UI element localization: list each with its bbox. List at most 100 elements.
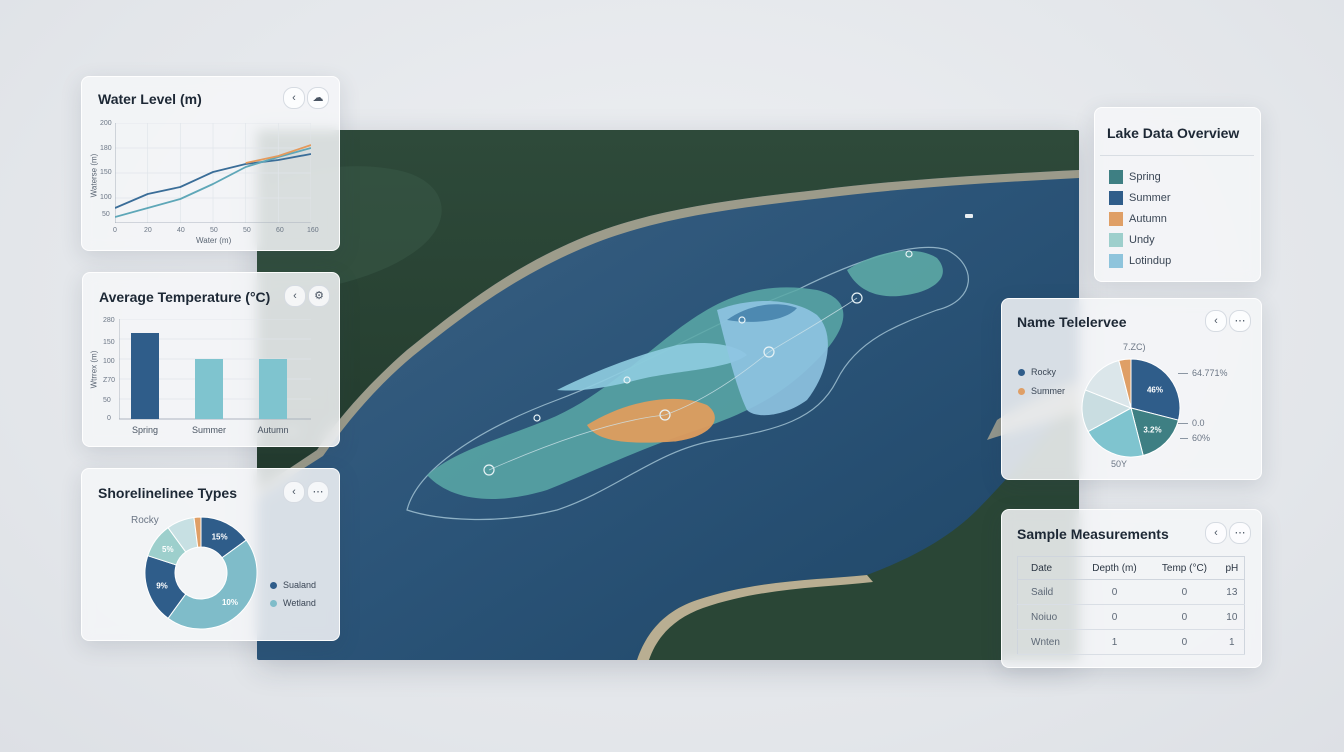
table-cell: Noiuo: [1017, 604, 1080, 630]
overview-item-undy[interactable]: Undy: [1109, 233, 1155, 247]
x-tick: 60: [276, 227, 284, 234]
chevron-left-icon[interactable]: ‹: [283, 481, 305, 503]
shoreline-panel: Shorelinelinee Types ‹ ⋯ Rocky 15% 10% 9% 5…: [81, 468, 340, 641]
x-tick: 40: [177, 227, 185, 234]
table-cell: 13: [1219, 579, 1245, 605]
overview-item-autumn[interactable]: Autumn: [1109, 212, 1167, 226]
slice-label: 9%: [156, 582, 168, 591]
avg-temp-panel: Average Temperature (°C) ‹ ⚙ Wtrrex (m) …: [82, 272, 340, 447]
chevron-left-icon[interactable]: ‹: [1205, 522, 1227, 544]
table-cell: 0: [1149, 629, 1220, 655]
grid-icon[interactable]: ⋯: [307, 481, 329, 503]
legend-item: Summer: [1018, 386, 1065, 396]
table-cell: 0: [1149, 579, 1220, 605]
overview-item-summer[interactable]: Summer: [1109, 191, 1171, 205]
bar-label: Autumn: [257, 425, 288, 435]
y-tick: 50: [103, 397, 111, 404]
swatch: [1109, 212, 1123, 226]
y-tick: 100: [103, 358, 115, 365]
table-header-row: Date Depth (m) Temp (°C) pH: [1017, 556, 1245, 580]
legend-label: Wetland: [283, 598, 316, 608]
y-tick: 200: [100, 120, 112, 127]
legend-swatch: [1018, 387, 1025, 395]
samples-table: Date Depth (m) Temp (°C) pH Saild 0 0 13…: [1017, 556, 1245, 655]
grid-icon[interactable]: ⋯: [1229, 522, 1251, 544]
y-tick: Z70: [103, 377, 116, 384]
table-row[interactable]: Noiuo 0 0 10: [1017, 604, 1245, 630]
callout-line: [1178, 373, 1188, 374]
slice-label: 46%: [1147, 385, 1163, 394]
y-tick: 150: [100, 169, 112, 176]
table-cell: 1: [1219, 629, 1245, 655]
column-header: Temp (°C): [1149, 556, 1220, 580]
divider: [1100, 155, 1254, 156]
slice-label: 10%: [222, 598, 238, 607]
y-tick: 150: [103, 339, 115, 346]
swatch: [1109, 191, 1123, 205]
y-tick: 180: [100, 145, 112, 152]
lake-map[interactable]: [257, 130, 1079, 660]
slice-label: 5%: [162, 545, 174, 554]
column-header: Date: [1017, 556, 1080, 580]
bar-spring: [131, 333, 159, 419]
lake-map-canvas[interactable]: [257, 130, 1079, 660]
legend-label: Summer: [1031, 386, 1066, 396]
overview-item-label: Summer: [1129, 192, 1171, 204]
legend-swatch: [270, 599, 277, 607]
chevron-left-icon[interactable]: ‹: [283, 87, 305, 109]
callout-line: [1178, 423, 1188, 424]
avg-temp-chart: Spring Summer Autumn: [119, 319, 311, 435]
overview-item-lotindup[interactable]: Lotindup: [1109, 254, 1171, 268]
overview-item-spring[interactable]: Spring: [1109, 170, 1161, 184]
samples-title: Sample Measurements: [1017, 526, 1169, 542]
gear-icon[interactable]: ⚙: [308, 285, 330, 307]
overview-item-label: Spring: [1129, 171, 1161, 183]
legend-label: Sualand: [283, 580, 317, 590]
table-row[interactable]: Wnten 1 0 1: [1017, 629, 1245, 655]
chevron-left-icon[interactable]: ‹: [284, 285, 306, 307]
cloud-icon[interactable]: ☁: [307, 87, 329, 109]
column-header: pH: [1219, 556, 1245, 580]
slice-label: 15%: [212, 532, 228, 541]
bar-summer: [195, 359, 223, 419]
overview-panel: Lake Data Overview Spring Summer Autumn …: [1094, 107, 1261, 282]
swatch: [1109, 170, 1123, 184]
pie-top-label: 7.ZC): [1123, 342, 1146, 352]
overview-item-label: Autumn: [1129, 213, 1167, 225]
y-tick: 280: [103, 317, 115, 324]
grid-icon[interactable]: ⋯: [1229, 310, 1251, 332]
water-level-title: Water Level (m): [98, 91, 202, 107]
bar-autumn: [259, 359, 287, 419]
chevron-left-icon[interactable]: ‹: [1205, 310, 1227, 332]
column-header: Depth (m): [1079, 556, 1150, 580]
x-tick: 50: [210, 227, 218, 234]
water-level-x-label: Water (m): [196, 236, 232, 245]
x-tick: 50: [243, 227, 251, 234]
water-level-panel: Water Level (m) ‹ ☁ Waterse (m) 200 180 …: [81, 76, 340, 251]
water-level-y-label: Waterse (m): [89, 153, 99, 198]
bar-label: Spring: [132, 425, 158, 435]
y-tick: 0: [107, 415, 111, 422]
table-cell: 0: [1149, 604, 1220, 630]
x-tick: 20: [144, 227, 152, 234]
table-cell: Saild: [1017, 579, 1080, 605]
y-tick: 100: [100, 194, 112, 201]
legend-label: Rocky: [1031, 367, 1057, 377]
legend-item: Wetland: [270, 598, 316, 608]
table-cell: Wnten: [1017, 629, 1080, 655]
telelervee-pie-chart: 46% 3.2%: [1081, 358, 1181, 458]
water-level-chart: [115, 123, 311, 223]
table-cell: 0: [1079, 604, 1150, 630]
table-row[interactable]: Saild 0 0 13: [1017, 579, 1245, 605]
overview-item-label: Lotindup: [1129, 255, 1172, 267]
table-cell: 1: [1079, 629, 1150, 655]
table-cell: 10: [1219, 604, 1245, 630]
legend-item: Rocky: [1018, 367, 1056, 377]
telelervee-title: Name Telelervee: [1017, 314, 1127, 330]
avg-temp-y-label: Wtrrex (m): [89, 350, 99, 389]
callout-line: [1180, 438, 1188, 439]
pie-bottom-label: 50Y: [1111, 459, 1128, 469]
pie-callout: 60%: [1192, 433, 1211, 443]
overview-title: Lake Data Overview: [1107, 125, 1240, 141]
y-tick: 50: [102, 211, 110, 218]
